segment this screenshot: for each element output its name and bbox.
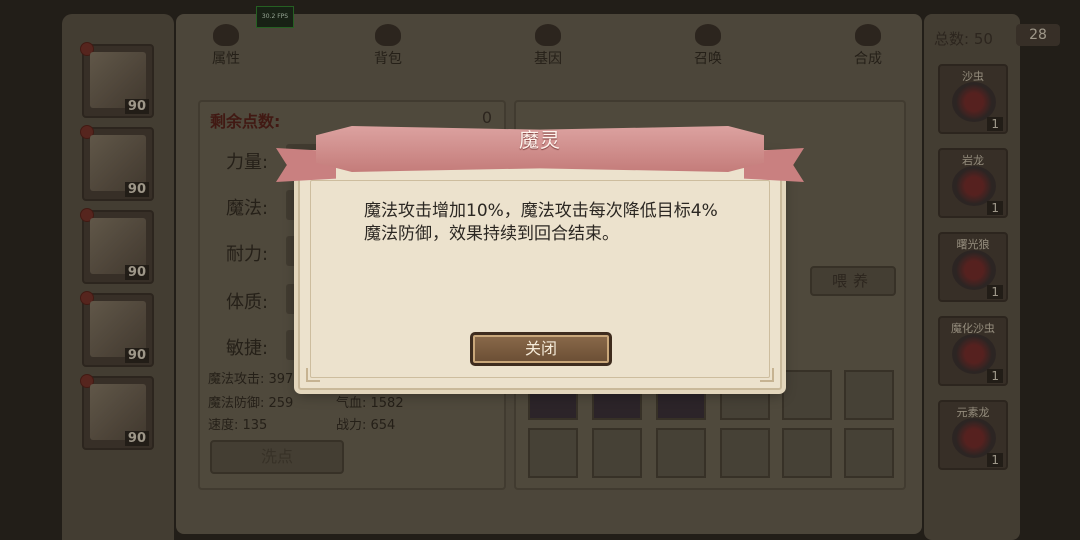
skill-info-dialog: 魔法攻击增加10%，魔法攻击每次降低目标4%魔法防御，效果持续到回合结束。 关闭: [298, 154, 782, 390]
corner-ornament: [760, 368, 774, 382]
skill-description: 魔法攻击增加10%，魔法攻击每次降低目标4%魔法防御，效果持续到回合结束。: [364, 201, 718, 244]
close-button[interactable]: 关闭: [470, 332, 612, 366]
dialog-title: 魔灵: [519, 128, 561, 152]
title-ribbon: 魔灵: [276, 112, 804, 188]
corner-ornament: [306, 368, 320, 382]
